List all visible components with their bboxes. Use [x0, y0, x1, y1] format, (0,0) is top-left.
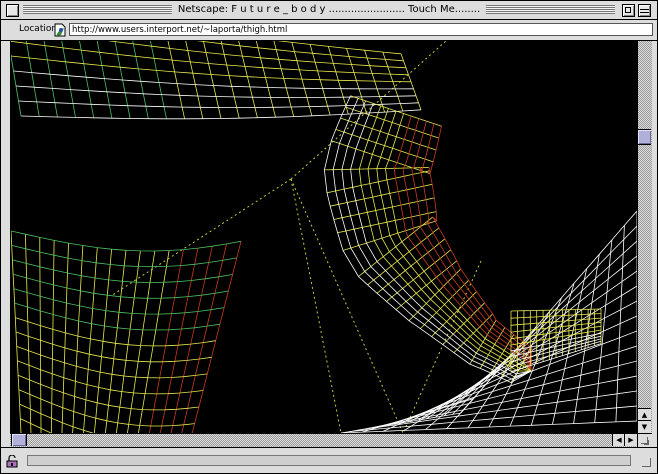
url-input[interactable]: http://www.users.interport.net/~laporta/… [69, 23, 653, 36]
wireframe-body-scene [11, 41, 637, 433]
status-bar [1, 447, 657, 473]
zoom-box-icon[interactable] [622, 4, 635, 17]
window-resize-icon[interactable] [642, 458, 651, 467]
close-box-icon[interactable] [6, 4, 19, 17]
title-bar[interactable]: Netscape: F u t u r e _ b o d y ........… [1, 1, 657, 20]
scroll-down-arrow-icon[interactable]: ▼ [638, 420, 651, 433]
browser-window: Netscape: F u t u r e _ b o d y ........… [0, 0, 658, 474]
torso-mesh [11, 230, 242, 433]
location-bar: Location: http://www.users.interport.net… [1, 20, 657, 41]
page-content-3d-wireframe[interactable] [10, 41, 637, 433]
status-text-field [27, 455, 631, 466]
vertical-scroll-thumb[interactable] [638, 129, 651, 145]
content-grow-corner [637, 433, 652, 447]
horizontal-scroll-thumb[interactable] [11, 434, 27, 446]
thigh-mesh [11, 41, 422, 120]
vertical-scrollbar[interactable]: ▲ ▼ [637, 41, 652, 433]
guide-lines [110, 41, 482, 433]
horizontal-scrollbar[interactable]: ◀ ▶ [10, 433, 637, 447]
window-title: Netscape: F u t u r e _ b o d y ........… [171, 3, 487, 16]
page-proxy-icon[interactable] [54, 23, 67, 37]
leg-mesh [323, 95, 533, 384]
collapse-box-icon[interactable] [638, 4, 651, 17]
scroll-right-arrow-icon[interactable]: ▶ [624, 434, 637, 446]
security-lock-icon[interactable] [6, 455, 19, 468]
